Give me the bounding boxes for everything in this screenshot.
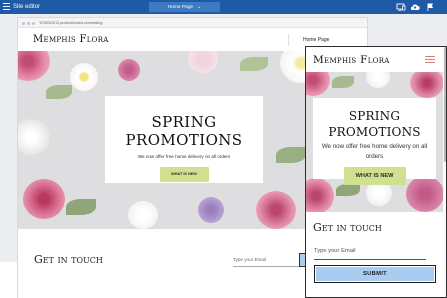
flower-image — [70, 63, 98, 91]
page-selector-label: Home Page — [167, 5, 194, 10]
flower-image — [18, 119, 50, 155]
flower-image — [256, 191, 296, 229]
mobile-promo-title: SPRING PROMOTIONS — [328, 109, 421, 139]
flower-image — [188, 51, 218, 73]
scrollbar-thumb[interactable] — [444, 47, 446, 162]
window-dot-icon — [22, 21, 25, 25]
leaf-image — [66, 199, 96, 215]
window-dot-icon — [32, 21, 35, 25]
mobile-preview: Memphis Flora SPRING PROMOTIONS We now o… — [305, 46, 447, 298]
leaf-image — [336, 184, 360, 196]
leaf-image — [46, 85, 72, 99]
mobile-whats-new-button[interactable]: WHAT IS NEW — [343, 167, 406, 185]
mobile-email-field[interactable]: Type your Email — [314, 247, 426, 260]
mobile-site-logo[interactable]: Memphis Flora — [313, 54, 390, 66]
window-dot-icon — [27, 21, 30, 25]
chevron-down-icon: ⌄ — [197, 4, 202, 10]
site-logo[interactable]: Memphis Flora — [33, 34, 109, 46]
email-field[interactable]: Type your Email — [233, 257, 299, 267]
flower-image — [410, 72, 444, 98]
contact-title: Get in touch — [34, 253, 103, 266]
flower-image — [128, 201, 158, 229]
flower-image — [23, 179, 65, 219]
mobile-submit-button[interactable]: SUBMIT — [314, 265, 436, 283]
nav-item-home[interactable]: Home Page — [288, 34, 352, 46]
promo-title: SPRING PROMOTIONS — [125, 113, 243, 149]
hamburger-menu-icon[interactable] — [425, 56, 435, 63]
promo-card: SPRING PROMOTIONS We now offer free home… — [105, 96, 263, 183]
cloud-upload-icon[interactable] — [410, 2, 420, 12]
browser-address-bar: YEDINGE13.prodecthosted.com/testing — [18, 18, 367, 28]
mobile-promo-subtitle: We now offer free home delivery on all o… — [321, 143, 428, 160]
mobile-hero-banner: SPRING PROMOTIONS We now offer free home… — [306, 72, 446, 212]
leaf-image — [240, 57, 268, 71]
device-preview-icon[interactable] — [396, 2, 406, 12]
editor-toolbar: Site editor Home Page ⌄ — [0, 0, 447, 14]
flower-image — [306, 72, 330, 96]
flower-image — [366, 72, 390, 88]
flower-image — [198, 197, 224, 223]
browser-url[interactable]: YEDINGE13.prodecthosted.com/testing — [39, 20, 102, 26]
leaf-image — [332, 76, 354, 88]
flower-image — [118, 59, 140, 81]
page-selector[interactable]: Home Page ⌄ — [149, 2, 220, 12]
leaf-image — [276, 147, 306, 163]
mobile-contact-title: Get in touch — [313, 221, 382, 234]
flag-icon[interactable] — [425, 2, 435, 12]
mobile-header: Memphis Flora — [306, 47, 446, 72]
flower-image — [18, 51, 50, 81]
whats-new-button[interactable]: WHAT IS NEW — [159, 167, 209, 182]
menu-icon[interactable] — [3, 3, 10, 10]
promo-subtitle: We now offer free home delivery on all o… — [137, 154, 231, 159]
editor-title: Site editor — [13, 4, 41, 10]
mobile-promo-card: SPRING PROMOTIONS We now offer free home… — [313, 98, 436, 185]
